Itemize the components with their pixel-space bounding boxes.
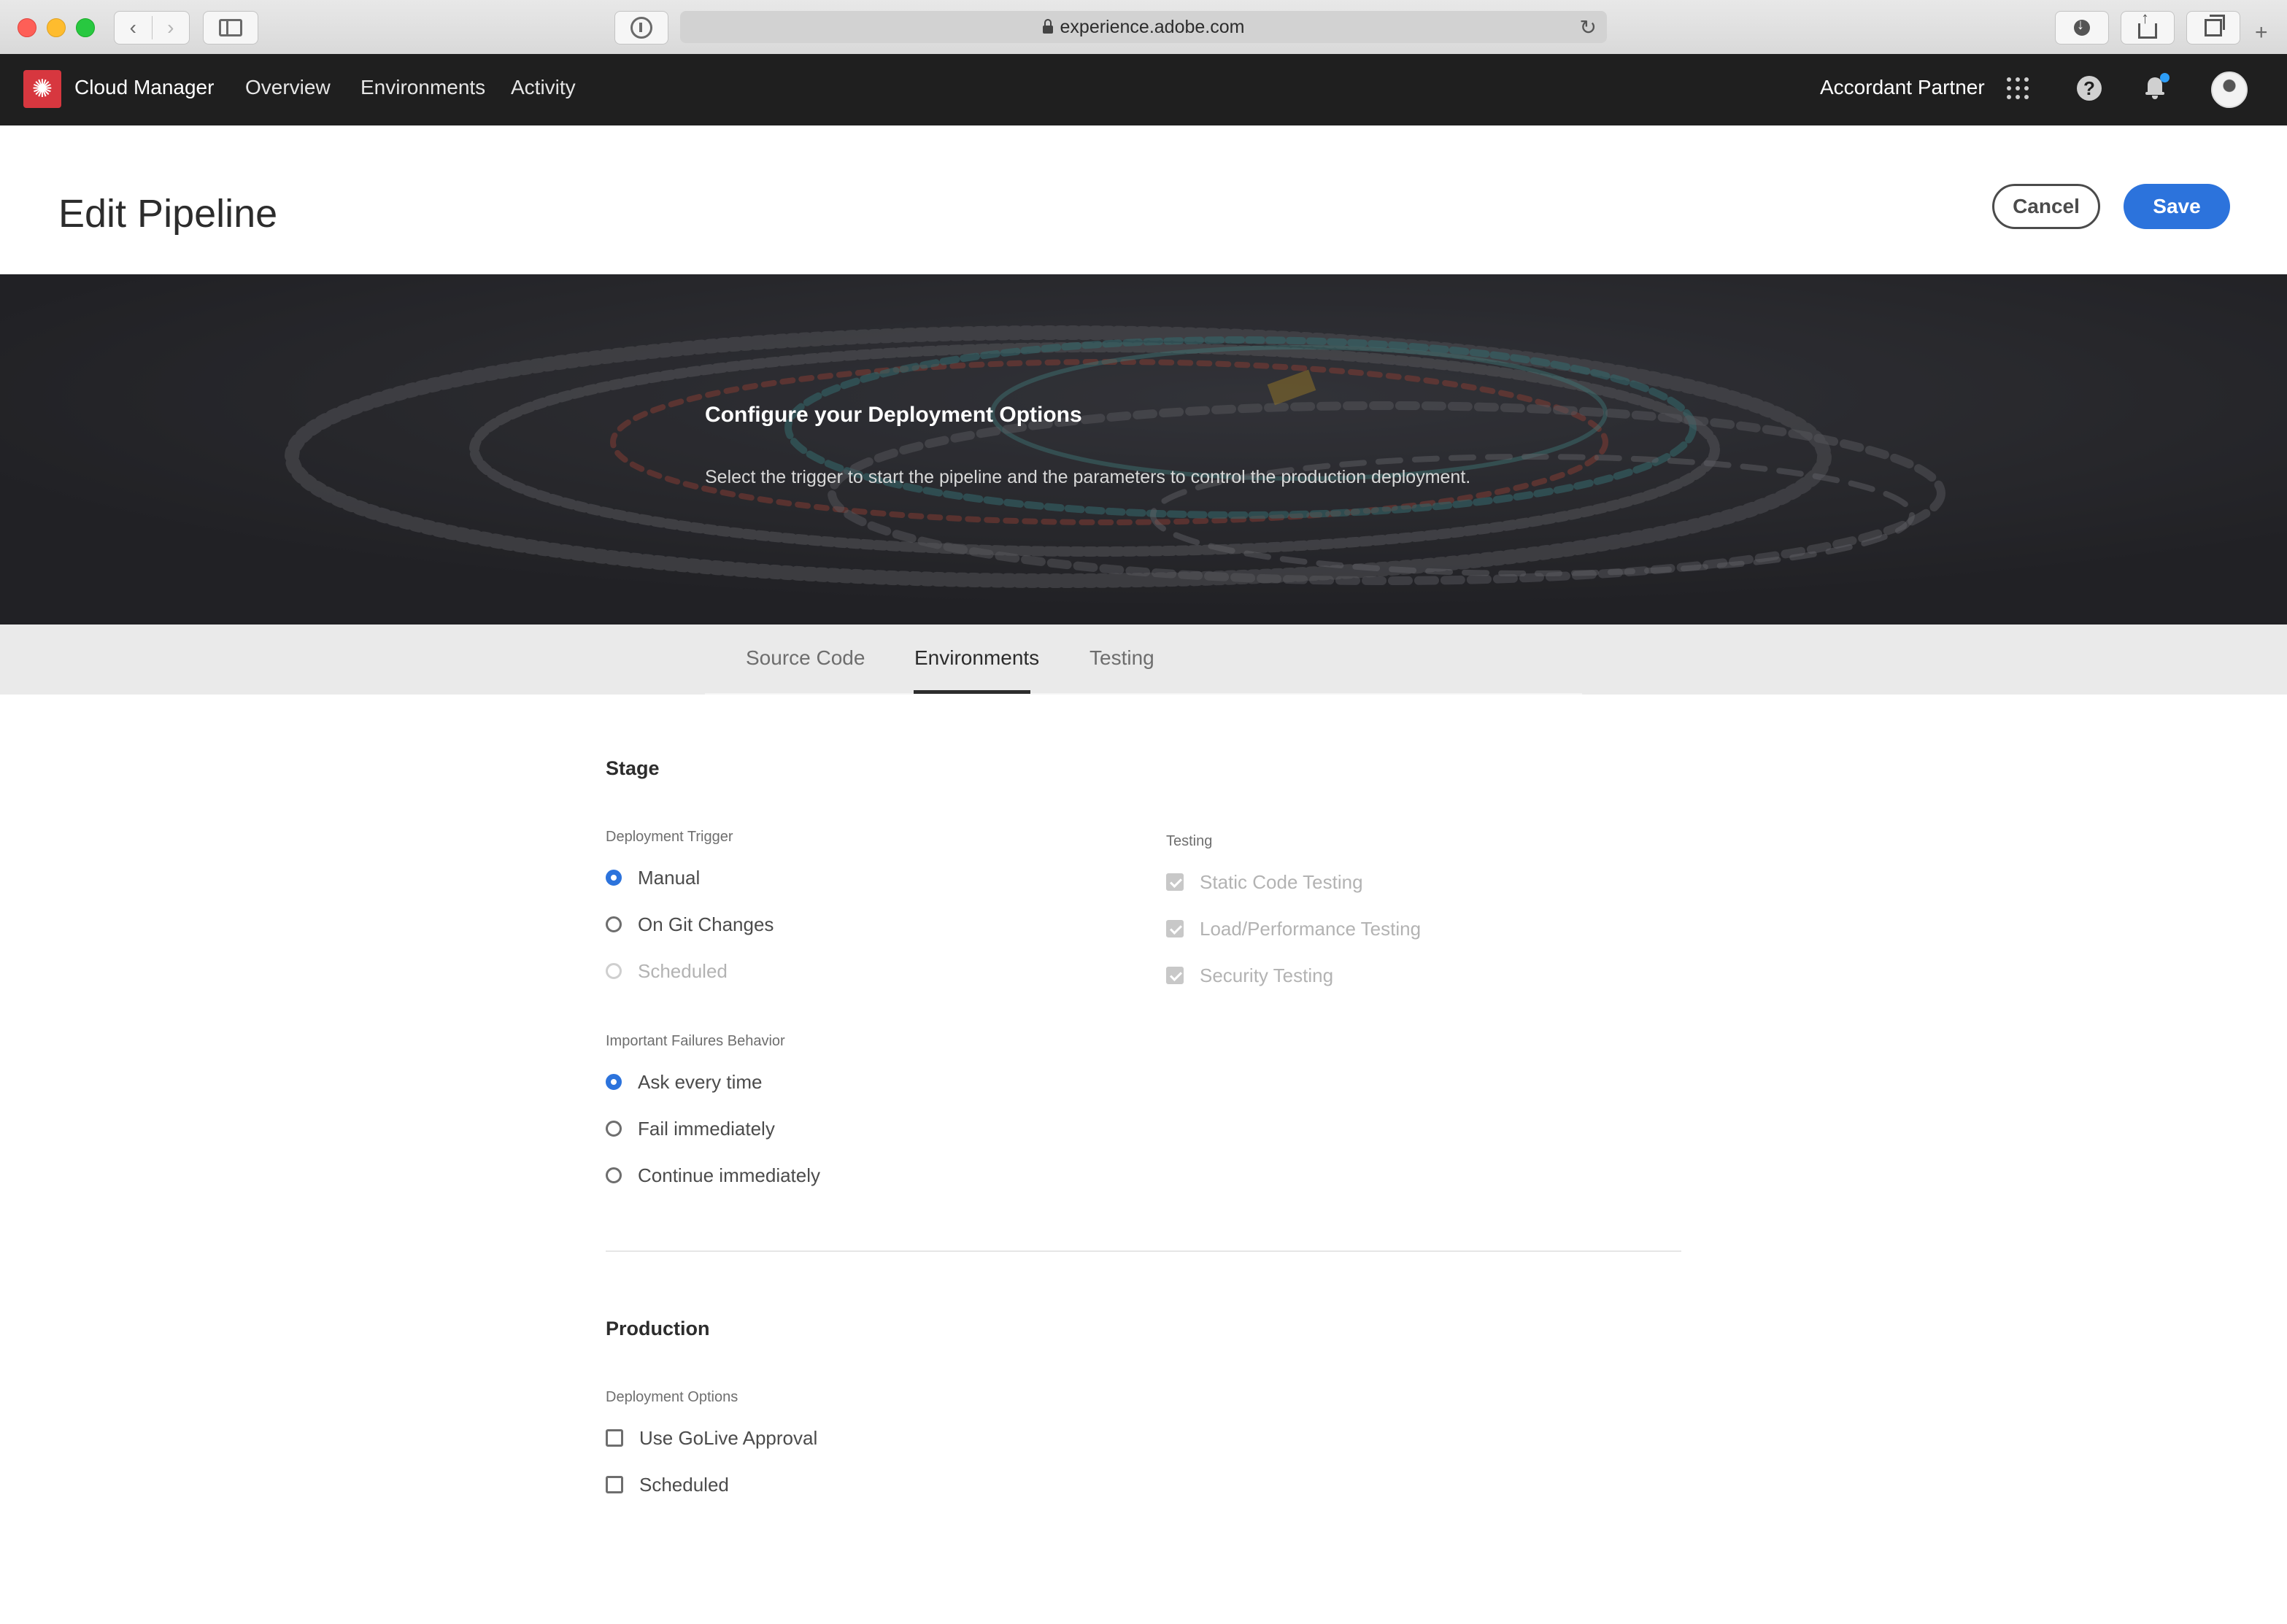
fail-immediately-label: Fail immediately — [638, 1117, 775, 1140]
radio-selected[interactable] — [606, 870, 622, 886]
hero-banner: Configure your Deployment Options Select… — [0, 274, 2287, 625]
tabs-overview-button[interactable] — [2186, 11, 2240, 45]
tab-baseline — [705, 693, 1582, 695]
nav-overview[interactable]: Overview — [245, 76, 331, 99]
tab-source-code[interactable]: Source Code — [746, 646, 865, 670]
reload-icon[interactable]: ↻ — [1580, 15, 1597, 39]
nav-environments[interactable]: Environments — [360, 76, 485, 99]
ask-every-time-label: Ask every time — [638, 1070, 763, 1093]
checkbox-unchecked[interactable] — [606, 1476, 623, 1493]
checkbox-checked-disabled — [1166, 967, 1184, 984]
checkbox-checked-disabled — [1166, 920, 1184, 937]
download-icon — [2074, 17, 2090, 36]
radio-disabled — [606, 963, 622, 979]
security-testing-option: Security Testing — [1166, 963, 1333, 988]
sidebar-toggle-button[interactable] — [203, 11, 258, 45]
zoom-window-button[interactable] — [76, 18, 95, 37]
cancel-button[interactable]: Cancel — [1992, 184, 2100, 229]
app-header: ✺ Cloud Manager Overview Environments Ac… — [0, 54, 2287, 125]
deployment-options-label: Deployment Options — [606, 1389, 738, 1405]
radio-unselected[interactable] — [606, 1167, 622, 1183]
tab-testing[interactable]: Testing — [1089, 646, 1154, 670]
back-button[interactable]: ‹ — [115, 16, 152, 39]
tab-environments[interactable]: Environments — [914, 646, 1039, 670]
section-divider — [606, 1250, 1681, 1252]
trigger-manual-label: Manual — [638, 866, 701, 889]
app-switcher-icon[interactable] — [2007, 77, 2029, 99]
security-testing-label: Security Testing — [1200, 964, 1334, 986]
lock-icon — [1042, 18, 1053, 34]
production-scheduled-option[interactable]: Scheduled — [606, 1472, 729, 1497]
radio-unselected[interactable] — [606, 1121, 622, 1137]
static-code-testing-label: Static Code Testing — [1200, 870, 1363, 893]
continue-immediately-option[interactable]: Continue immediately — [606, 1163, 820, 1188]
browser-toolbar: ‹ › experience.adobe.com ↻ + — [0, 0, 2287, 55]
address-bar[interactable]: experience.adobe.com ↻ — [680, 11, 1607, 43]
load-performance-testing-option: Load/Performance Testing — [1166, 916, 1421, 941]
active-tab-indicator — [914, 690, 1030, 694]
close-window-button[interactable] — [18, 18, 36, 37]
password-manager-button[interactable] — [614, 11, 668, 45]
password-icon — [630, 17, 652, 39]
continue-immediately-label: Continue immediately — [638, 1164, 821, 1186]
minimize-window-button[interactable] — [47, 18, 66, 37]
hero-background-graphic — [0, 274, 2287, 625]
tabs-icon — [2205, 15, 2225, 36]
page-title: Edit Pipeline — [58, 192, 278, 236]
checkbox-checked-disabled — [1166, 873, 1184, 891]
hero-title: Configure your Deployment Options — [705, 403, 1082, 427]
testing-label: Testing — [1166, 833, 1213, 849]
nav-activity[interactable]: Activity — [511, 76, 576, 99]
trigger-manual-option[interactable]: Manual — [606, 865, 700, 890]
new-tab-button[interactable]: + — [2255, 20, 2268, 45]
help-icon[interactable]: ? — [2077, 76, 2102, 101]
trigger-git-changes-option[interactable]: On Git Changes — [606, 912, 774, 937]
trigger-scheduled-option: Scheduled — [606, 959, 728, 983]
static-code-testing-option: Static Code Testing — [1166, 870, 1363, 894]
production-scheduled-label: Scheduled — [639, 1473, 729, 1496]
fail-immediately-option[interactable]: Fail immediately — [606, 1116, 775, 1141]
load-performance-testing-label: Load/Performance Testing — [1200, 917, 1422, 940]
hero-subtitle: Select the trigger to start the pipeline… — [705, 467, 1471, 487]
stage-section-title: Stage — [606, 757, 660, 779]
forward-button[interactable]: › — [151, 16, 190, 39]
org-switcher[interactable]: Accordant Partner — [1820, 76, 1985, 99]
ask-every-time-option[interactable]: Ask every time — [606, 1070, 763, 1094]
sidebar-icon — [219, 19, 242, 36]
adobe-logo-icon[interactable]: ✺ — [23, 70, 61, 108]
deployment-trigger-label: Deployment Trigger — [606, 829, 733, 845]
tab-bar: Source Code Environments Testing — [0, 625, 2287, 695]
production-section-title: Production — [606, 1318, 710, 1339]
save-button[interactable]: Save — [2124, 184, 2230, 229]
downloads-button[interactable] — [2055, 11, 2109, 45]
share-icon — [2138, 9, 2157, 39]
url-text: experience.adobe.com — [1060, 16, 1245, 37]
notification-badge — [2160, 73, 2170, 82]
radio-selected[interactable] — [606, 1074, 622, 1090]
user-avatar[interactable] — [2211, 71, 2248, 108]
app-name[interactable]: Cloud Manager — [74, 76, 214, 99]
trigger-scheduled-label: Scheduled — [638, 959, 728, 982]
golive-approval-option[interactable]: Use GoLive Approval — [606, 1426, 817, 1450]
golive-approval-label: Use GoLive Approval — [639, 1426, 818, 1449]
radio-unselected[interactable] — [606, 916, 622, 932]
history-nav: ‹ › — [114, 11, 190, 45]
share-button[interactable] — [2121, 9, 2175, 45]
failures-behavior-label: Important Failures Behavior — [606, 1033, 785, 1049]
trigger-git-changes-label: On Git Changes — [638, 913, 774, 935]
checkbox-unchecked[interactable] — [606, 1429, 623, 1447]
